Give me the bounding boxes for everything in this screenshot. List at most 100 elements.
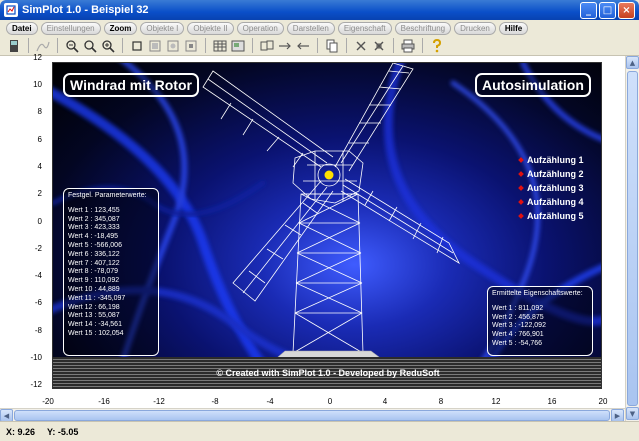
- cross2-icon[interactable]: [371, 38, 387, 54]
- param-row: Wert 8 : -78,079: [68, 268, 119, 276]
- rotor-blades: [202, 63, 460, 302]
- y-tick: -2: [34, 244, 42, 253]
- param-row: Wert 9 : 110,092: [68, 277, 120, 285]
- zoom-icon[interactable]: [82, 38, 98, 54]
- results-title: Ermittelte Eigenschaftswerte:: [492, 290, 583, 297]
- params-title: Festgel. Parameterwerte:: [68, 192, 147, 199]
- param-row: Wert 6 : 336,122: [68, 250, 120, 258]
- param-row: Wert 13 : 55,087: [68, 312, 120, 320]
- status-bar: X: 9.26 Y: -5.05: [0, 421, 639, 441]
- box3-icon[interactable]: [183, 38, 199, 54]
- x-tick: 0: [327, 397, 333, 406]
- result-row: Wert 2 : 456,875: [492, 313, 544, 321]
- param-row: Wert 2 : 345,087: [68, 215, 120, 223]
- param-row: Wert 15 : 102,054: [68, 329, 124, 337]
- menu-hilfe[interactable]: Hilfe: [498, 21, 529, 35]
- square-icon[interactable]: [129, 38, 145, 54]
- horizontal-scrollbar[interactable]: ◀ ▶: [0, 408, 625, 422]
- y-tick: -10: [30, 353, 42, 362]
- hub: [324, 170, 334, 180]
- y-tick: 2: [37, 189, 42, 198]
- y-tick: 4: [37, 162, 42, 171]
- menu-drucken[interactable]: Drucken: [454, 21, 496, 35]
- x-tick: -12: [153, 397, 165, 406]
- menu-darstellen[interactable]: Darstellen: [286, 21, 335, 35]
- menu-eigenschaft[interactable]: Eigenschaft: [337, 21, 392, 35]
- x-tick: -20: [42, 397, 54, 406]
- y-tick: -6: [34, 298, 42, 307]
- param-row: Wert 7 : 407,122: [68, 259, 120, 267]
- horizontal-scroll-thumb[interactable]: [14, 410, 610, 421]
- copy-icon[interactable]: [259, 38, 275, 54]
- enum-item: Aufzählung 4: [518, 197, 584, 207]
- vertical-scroll-thumb[interactable]: [627, 71, 638, 406]
- x-tick: 20: [598, 397, 608, 406]
- bullet-icon: [518, 213, 524, 219]
- enum-item: Aufzählung 1: [518, 155, 584, 165]
- param-row: Wert 14 : -34,561: [68, 321, 122, 329]
- y-tick: -8: [34, 326, 42, 335]
- menu-bar: Datei Einstellungen Zoom Objekte I Objek…: [0, 20, 639, 36]
- credit-text: © Created with SimPlot 1.0 - Developed b…: [216, 368, 440, 378]
- bullet-icon: [518, 185, 524, 191]
- curve-icon[interactable]: [35, 38, 51, 54]
- chart-title: Windrad mit Rotor: [63, 73, 199, 97]
- grid2-icon[interactable]: [230, 38, 246, 54]
- x-tick: -16: [98, 397, 110, 406]
- pages-icon[interactable]: [324, 38, 340, 54]
- param-row: Wert 12 : 66,198: [68, 303, 120, 311]
- result-row: Wert 5 : -54,766: [492, 339, 543, 347]
- param-row: Wert 5 : -566,006: [68, 241, 122, 249]
- help-icon[interactable]: [429, 38, 445, 54]
- app-icon: [4, 3, 18, 17]
- y-tick: -4: [34, 271, 42, 280]
- toolbar: [0, 36, 639, 56]
- maximize-button[interactable]: □: [599, 1, 616, 19]
- y-tick: 6: [37, 135, 42, 144]
- y-tick: 0: [37, 217, 42, 226]
- status-y: Y: -5.05: [47, 426, 79, 437]
- menu-datei[interactable]: Datei: [6, 21, 38, 35]
- arrow-left-icon[interactable]: [295, 38, 311, 54]
- param-row: Wert 11 : -345,097: [68, 294, 126, 302]
- results-panel: Ermittelte Eigenschaftswerte: Wert 1 : 8…: [487, 286, 593, 356]
- zoom-in-icon[interactable]: [64, 38, 80, 54]
- menu-zoom[interactable]: Zoom: [103, 21, 138, 35]
- arrow-right-icon[interactable]: [277, 38, 293, 54]
- enum-item: Aufzählung 2: [518, 169, 584, 179]
- param-row: Wert 1 : 123,455: [68, 206, 120, 214]
- grid-icon[interactable]: [212, 38, 228, 54]
- chart-canvas[interactable]: Windrad mit Rotor Autosimulation Festgel…: [52, 62, 602, 389]
- close-button[interactable]: ×: [618, 1, 635, 19]
- menu-objekte-2[interactable]: Objekte II: [187, 21, 234, 35]
- result-row: Wert 1 : 811,092: [492, 304, 544, 312]
- bullet-icon: [518, 157, 524, 163]
- scroll-down-button[interactable]: ▼: [626, 407, 639, 420]
- cross-icon[interactable]: [353, 38, 369, 54]
- bullet-icon: [518, 199, 524, 205]
- device-icon[interactable]: [6, 38, 22, 54]
- enum-item: Aufzählung 5: [518, 211, 584, 221]
- menu-einstellungen[interactable]: Einstellungen: [40, 21, 101, 35]
- x-tick: -4: [266, 397, 274, 406]
- menu-operation[interactable]: Operation: [236, 21, 284, 35]
- box2-icon[interactable]: [165, 38, 181, 54]
- print-icon[interactable]: [400, 38, 416, 54]
- box-icon[interactable]: [147, 38, 163, 54]
- menu-beschriftung[interactable]: Beschriftung: [394, 21, 452, 35]
- result-row: Wert 4 : 766,901: [492, 331, 544, 339]
- title-bar: SimPlot 1.0 - Beispiel 32 _ □ ×: [0, 0, 639, 20]
- enum-item: Aufzählung 3: [518, 183, 584, 193]
- minimize-button[interactable]: _: [580, 1, 597, 19]
- zoom-plus-icon[interactable]: [100, 38, 116, 54]
- param-row: Wert 4 : -18,495: [68, 233, 119, 241]
- vertical-scrollbar[interactable]: ▲ ▼: [625, 56, 639, 421]
- window-title: SimPlot 1.0 - Beispiel 32: [22, 4, 149, 16]
- menu-objekte-1[interactable]: Objekte I: [140, 21, 185, 35]
- param-row: Wert 3 : 423,333: [68, 224, 120, 232]
- bullet-icon: [518, 171, 524, 177]
- scroll-up-button[interactable]: ▲: [626, 56, 639, 69]
- y-tick: 8: [37, 107, 42, 116]
- result-row: Wert 3 : -122,092: [492, 322, 546, 330]
- tower: [292, 193, 364, 354]
